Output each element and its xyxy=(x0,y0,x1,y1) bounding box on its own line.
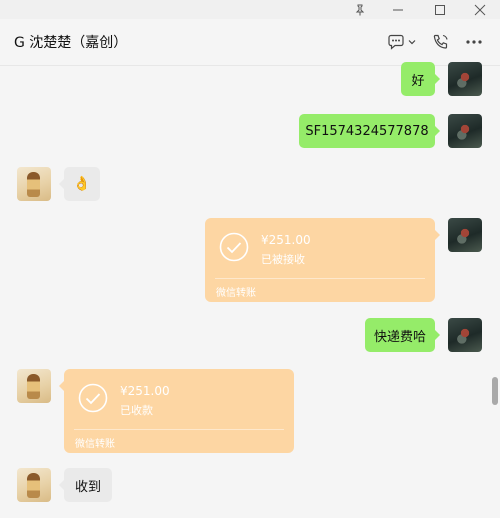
call-button[interactable] xyxy=(430,31,452,53)
message-bubble[interactable]: 👌 xyxy=(59,167,100,201)
divider xyxy=(74,429,284,430)
close-icon xyxy=(474,4,486,15)
divider xyxy=(215,278,425,279)
chat-header: G 沈楚楚（嘉创） xyxy=(0,19,500,66)
minimize-icon xyxy=(393,9,403,10)
chat-info-button[interactable] xyxy=(385,31,419,53)
scrollbar-thumb[interactable] xyxy=(492,377,498,405)
transfer-footer: 微信转账 xyxy=(75,439,115,450)
check-circle-icon xyxy=(78,383,108,413)
pin-button[interactable] xyxy=(342,0,378,19)
message-bubble[interactable]: SF1574324577878 xyxy=(299,114,440,148)
avatar[interactable] xyxy=(448,62,482,96)
message-list[interactable]: 好 SF1574324577878 👌 ¥251.00 已被接收 微信转账 快递… xyxy=(0,62,500,518)
transfer-card[interactable]: ¥251.00 已被接收 微信转账 xyxy=(205,218,440,302)
transfer-status: 已被接收 xyxy=(261,253,305,266)
avatar[interactable] xyxy=(448,318,482,352)
maximize-button[interactable] xyxy=(422,0,458,19)
phone-icon xyxy=(433,34,448,49)
minimize-button[interactable] xyxy=(380,0,416,19)
message-text: 快递费哈 xyxy=(373,329,426,345)
transfer-amount: ¥251.00 xyxy=(261,233,311,247)
transfer-card[interactable]: ¥251.00 已收款 微信转账 xyxy=(59,369,294,453)
message-text: SF1574324577878 xyxy=(305,123,429,139)
more-button[interactable] xyxy=(462,31,486,53)
transfer-footer: 微信转账 xyxy=(216,288,256,299)
window-titlebar xyxy=(0,0,500,19)
transfer-status: 已收款 xyxy=(120,404,153,417)
more-icon xyxy=(466,40,482,44)
message-bubble[interactable]: 收到 xyxy=(59,468,112,502)
close-button[interactable] xyxy=(462,0,498,19)
avatar[interactable] xyxy=(448,114,482,148)
emoji: 👌 xyxy=(73,176,91,192)
chat-title: G 沈楚楚（嘉创） xyxy=(14,35,128,51)
message-text: 好 xyxy=(411,73,425,89)
message-bubble[interactable]: 好 xyxy=(401,62,440,96)
avatar[interactable] xyxy=(17,369,51,403)
chat-bubble-icon xyxy=(388,34,404,50)
message-text: 收到 xyxy=(74,479,101,495)
avatar[interactable] xyxy=(448,218,482,252)
pin-icon xyxy=(355,4,365,15)
avatar[interactable] xyxy=(17,468,51,502)
maximize-icon xyxy=(435,4,445,15)
transfer-amount: ¥251.00 xyxy=(120,384,170,398)
chevron-down-icon xyxy=(408,40,416,45)
message-bubble[interactable]: 快递费哈 xyxy=(365,318,440,352)
avatar[interactable] xyxy=(17,167,51,201)
check-circle-icon xyxy=(219,232,249,262)
